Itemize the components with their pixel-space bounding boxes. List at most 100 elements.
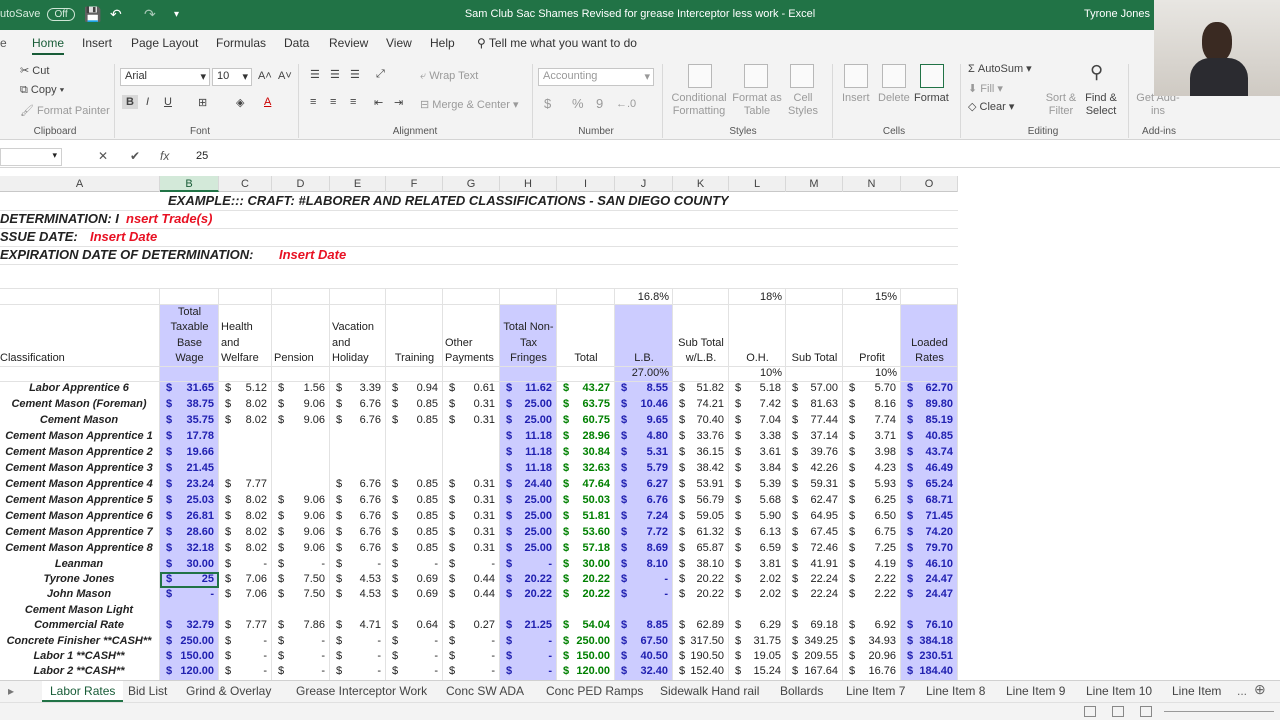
row-d-value[interactable]: 7.86: [272, 619, 329, 631]
redo-icon[interactable]: ↷: [144, 6, 156, 23]
row-k-value[interactable]: 317.50: [673, 635, 728, 647]
row-b-value[interactable]: 38.75: [160, 398, 218, 410]
tell-me-search[interactable]: ⚲ Tell me what you want to do: [477, 36, 637, 50]
row-h-value[interactable]: -: [500, 635, 556, 647]
row-n-value[interactable]: 2.22: [843, 573, 900, 585]
row-f-value[interactable]: -: [386, 558, 442, 570]
row-e-value[interactable]: -: [330, 665, 385, 677]
sheet-tab[interactable]: Conc PED Ramps: [546, 684, 643, 698]
cell-styles-button[interactable]: Cell Styles: [784, 92, 822, 118]
sheet-tab[interactable]: Grease Interceptor Work: [296, 684, 427, 698]
align-center-icon[interactable]: ≡: [330, 96, 336, 108]
row-c-value[interactable]: 5.12: [219, 382, 271, 394]
more-sheets-icon[interactable]: ...: [1237, 684, 1247, 698]
row-j-value[interactable]: 8.85: [615, 619, 672, 631]
row-f-value[interactable]: 0.94: [386, 382, 442, 394]
normal-view-icon[interactable]: [1084, 706, 1096, 717]
row-j-value[interactable]: 6.76: [615, 494, 672, 506]
row-i-value[interactable]: 30.84: [557, 446, 614, 458]
row-k-value[interactable]: 56.79: [673, 494, 728, 506]
row-b-value[interactable]: 26.81: [160, 510, 218, 522]
row-m-value[interactable]: 72.46: [786, 542, 842, 554]
zoom-slider[interactable]: [1164, 711, 1274, 712]
fill-button[interactable]: ⬇ Fill ▾: [968, 82, 1003, 95]
row-l-value[interactable]: 15.24: [729, 665, 785, 677]
row-b-value[interactable]: 30.00: [160, 558, 218, 570]
row-i-value[interactable]: 51.81: [557, 510, 614, 522]
row-c-value[interactable]: 7.77: [219, 619, 271, 631]
row-n-value[interactable]: 6.50: [843, 510, 900, 522]
row-h-value[interactable]: 11.18: [500, 446, 556, 458]
row-m-value[interactable]: 67.45: [786, 526, 842, 538]
align-bottom-icon[interactable]: ☰: [350, 68, 360, 81]
row-j-value[interactable]: 40.50: [615, 650, 672, 662]
row-b-value[interactable]: 28.60: [160, 526, 218, 538]
row-j-value[interactable]: 9.65: [615, 414, 672, 426]
row-o-value[interactable]: 24.47: [901, 573, 957, 585]
row-e-value[interactable]: 4.53: [330, 588, 385, 600]
row-g-value[interactable]: -: [443, 650, 499, 662]
row-d-value[interactable]: 7.50: [272, 573, 329, 585]
row-l-value[interactable]: 19.05: [729, 650, 785, 662]
row-e-value[interactable]: -: [330, 635, 385, 647]
row-c-value[interactable]: -: [219, 650, 271, 662]
sheet-tab[interactable]: Grind & Overlay: [186, 684, 271, 698]
align-top-icon[interactable]: ☰: [310, 68, 320, 81]
row-n-value[interactable]: 34.93: [843, 635, 900, 647]
row-h-value[interactable]: 20.22: [500, 588, 556, 600]
row-h-value[interactable]: 21.25: [500, 619, 556, 631]
row-o-value[interactable]: 184.40: [901, 665, 957, 677]
row-o-value[interactable]: 71.45: [901, 510, 957, 522]
row-n-value[interactable]: 3.98: [843, 446, 900, 458]
font-size-combo[interactable]: 10 ▾: [212, 68, 252, 86]
row-c-value[interactable]: 8.02: [219, 398, 271, 410]
tab-data[interactable]: Data: [284, 36, 309, 50]
insert-cells-button[interactable]: Insert: [842, 92, 870, 104]
row-k-value[interactable]: 33.76: [673, 430, 728, 442]
row-o-value[interactable]: 76.10: [901, 619, 957, 631]
row-g-value[interactable]: -: [443, 665, 499, 677]
row-b-value[interactable]: -: [160, 588, 218, 600]
row-n-value[interactable]: 6.75: [843, 526, 900, 538]
undo-icon[interactable]: ↶: [110, 6, 122, 23]
row-n-value[interactable]: 8.16: [843, 398, 900, 410]
sheet-scroll-icon[interactable]: ▸: [8, 684, 14, 698]
row-k-value[interactable]: 20.22: [673, 573, 728, 585]
row-k-value[interactable]: 36.15: [673, 446, 728, 458]
decrease-indent-icon[interactable]: ⇤: [374, 96, 383, 109]
column-header-h[interactable]: H: [500, 176, 557, 192]
row-d-value[interactable]: 9.06: [272, 494, 329, 506]
font-color-icon[interactable]: A: [264, 96, 271, 108]
row-l-value[interactable]: 5.90: [729, 510, 785, 522]
row-d-value[interactable]: 9.06: [272, 398, 329, 410]
row-b-value[interactable]: 250.00: [160, 635, 218, 647]
row-m-value[interactable]: 39.76: [786, 446, 842, 458]
row-o-value[interactable]: 24.47: [901, 588, 957, 600]
row-j-value[interactable]: 6.27: [615, 478, 672, 490]
row-e-value[interactable]: -: [330, 650, 385, 662]
row-g-value[interactable]: 0.27: [443, 619, 499, 631]
row-l-value[interactable]: 5.18: [729, 382, 785, 394]
enter-icon[interactable]: ✔: [130, 149, 140, 163]
row-c-value[interactable]: 7.06: [219, 573, 271, 585]
row-m-value[interactable]: 22.24: [786, 588, 842, 600]
row-b-value[interactable]: 23.24: [160, 478, 218, 490]
customize-icon[interactable]: ▾: [174, 9, 179, 20]
row-m-value[interactable]: 167.64: [786, 665, 842, 677]
row-b-value[interactable]: 150.00: [160, 650, 218, 662]
row-f-value[interactable]: 0.85: [386, 542, 442, 554]
row-o-value[interactable]: 46.10: [901, 558, 957, 570]
row-d-value[interactable]: -: [272, 635, 329, 647]
row-f-value[interactable]: 0.85: [386, 398, 442, 410]
row-o-value[interactable]: 40.85: [901, 430, 957, 442]
row-b-value[interactable]: 17.78: [160, 430, 218, 442]
row-e-value[interactable]: 6.76: [330, 510, 385, 522]
row-f-value[interactable]: -: [386, 650, 442, 662]
increase-indent-icon[interactable]: ⇥: [394, 96, 403, 109]
row-i-value[interactable]: 28.96: [557, 430, 614, 442]
row-c-value[interactable]: 8.02: [219, 510, 271, 522]
row-k-value[interactable]: 38.10: [673, 558, 728, 570]
formula-input[interactable]: 25: [196, 150, 208, 162]
column-header-m[interactable]: M: [786, 176, 843, 192]
font-name-combo[interactable]: Arial ▾: [120, 68, 210, 86]
